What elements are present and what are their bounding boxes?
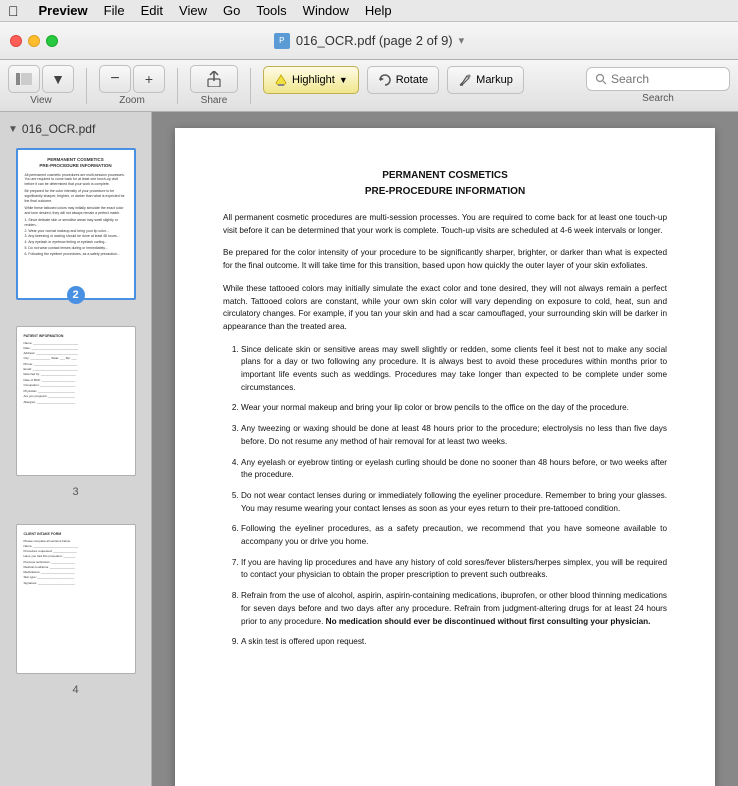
markup-button[interactable]: Markup: [447, 66, 524, 94]
pdf-page: PERMANENT COSMETICS PRE-PROCEDURE INFORM…: [175, 128, 715, 786]
sidebar-toggle-button[interactable]: [8, 65, 40, 93]
page-4-preview: CLIENT INTAKE FORM Please complete all s…: [21, 529, 129, 669]
highlight-group: Highlight ▼: [263, 66, 359, 106]
rotate-button[interactable]: Rotate: [367, 66, 439, 94]
page-4-container[interactable]: CLIENT INTAKE FORM Please complete all s…: [16, 524, 136, 696]
pdf-title-line2: PRE-PROCEDURE INFORMATION: [365, 186, 525, 197]
search-group: Search: [586, 67, 730, 104]
separator-2: [177, 68, 178, 104]
page-4-label: 4: [16, 684, 136, 696]
separator-3: [250, 68, 251, 104]
page-2-preview: PERMANENT COSMETICSPRE-PROCEDURE INFORMA…: [22, 154, 130, 294]
pdf-icon: P: [274, 33, 290, 49]
pdf-para-3: While these tattooed colors may initiall…: [223, 283, 667, 334]
menu-edit[interactable]: Edit: [141, 3, 163, 18]
menu-help[interactable]: Help: [365, 3, 392, 18]
sidebar-header: ▼ 016_OCR.pdf: [0, 118, 151, 140]
minimize-button[interactable]: [28, 35, 40, 47]
sidebar-pages: PERMANENT COSMETICSPRE-PROCEDURE INFORMA…: [0, 140, 151, 722]
page-3-preview: PATIENT INFORMATION Name: ______________…: [21, 331, 129, 471]
pdf-para-1: All permanent cosmetic procedures are mu…: [223, 212, 667, 237]
rotate-label: Rotate: [396, 74, 428, 86]
menu-view[interactable]: View: [179, 3, 207, 18]
pdf-para-2: Be prepared for the color intensity of y…: [223, 247, 667, 272]
chevron-down-icon[interactable]: ▾: [459, 34, 465, 47]
menu-window[interactable]: Window: [303, 3, 349, 18]
list-item-1: Since delicate skin or sensitive areas m…: [241, 344, 667, 395]
highlight-chevron-icon: ▼: [339, 75, 348, 85]
share-button[interactable]: [190, 65, 238, 93]
maximize-button[interactable]: [46, 35, 58, 47]
page-2-container[interactable]: PERMANENT COSMETICSPRE-PROCEDURE INFORMA…: [16, 148, 136, 300]
list-item-9: A skin test is offered upon request.: [241, 636, 667, 649]
sidebar-filename: 016_OCR.pdf: [22, 122, 95, 136]
share-group: Share: [190, 65, 238, 106]
page-thumbnail-2[interactable]: PERMANENT COSMETICSPRE-PROCEDURE INFORMA…: [16, 148, 136, 300]
menubar:  Preview File Edit View Go Tools Window…: [0, 0, 738, 22]
zoom-group: − + Zoom: [99, 65, 165, 106]
page-2-badge: 2: [67, 286, 85, 304]
list-item-3: Any tweezing or waxing should be done at…: [241, 423, 667, 448]
list-item-6: Following the eyeliner procedures, as a …: [241, 523, 667, 548]
zoom-out-button[interactable]: −: [99, 65, 131, 93]
view-label: View: [30, 95, 52, 106]
list-item-5: Do not wear contact lenses during or imm…: [241, 490, 667, 515]
view-group: ▼ View: [8, 65, 74, 106]
list-item-4: Any eyelash or eyebrow tinting or eyelas…: [241, 457, 667, 482]
pdf-title-line1: PERMANENT COSMETICS: [382, 170, 508, 181]
pdf-list: Since delicate skin or sensitive areas m…: [241, 344, 667, 649]
list-item-8: Refrain from the use of alcohol, aspirin…: [241, 590, 667, 628]
highlight-label: Highlight: [292, 74, 335, 86]
close-button[interactable]: [10, 35, 22, 47]
sidebar-triangle-icon: ▼: [8, 124, 18, 135]
search-input[interactable]: [611, 72, 721, 86]
document-title: P 016_OCR.pdf (page 2 of 9) ▾: [274, 33, 464, 49]
markup-label: Markup: [476, 74, 513, 86]
sidebar: ▼ 016_OCR.pdf PERMANENT COSMETICSPRE-PRO…: [0, 112, 152, 786]
menu-go[interactable]: Go: [223, 3, 240, 18]
page-3-label: 3: [16, 486, 136, 498]
traffic-lights: [10, 35, 58, 47]
separator-1: [86, 68, 87, 104]
list-item-2: Wear your normal makeup and bring your l…: [241, 402, 667, 415]
document-name: 016_OCR.pdf (page 2 of 9): [296, 33, 453, 48]
app-name[interactable]: Preview: [39, 3, 88, 18]
search-icon: [595, 73, 607, 85]
rotate-group: Rotate: [367, 66, 439, 106]
list-item-8-bold: No medication should ever be discontinue…: [326, 617, 651, 626]
pdf-area: PERMANENT COSMETICS PRE-PROCEDURE INFORM…: [152, 112, 738, 786]
apple-menu[interactable]: : [8, 3, 19, 19]
zoom-in-button[interactable]: +: [133, 65, 165, 93]
zoom-label: Zoom: [119, 95, 145, 106]
page-thumbnail-4[interactable]: CLIENT INTAKE FORM Please complete all s…: [16, 524, 136, 674]
menu-file[interactable]: File: [104, 3, 125, 18]
menu-tools[interactable]: Tools: [256, 3, 286, 18]
search-label: Search: [642, 93, 674, 104]
pdf-title: PERMANENT COSMETICS PRE-PROCEDURE INFORM…: [223, 168, 667, 200]
highlight-button[interactable]: Highlight ▼: [263, 66, 359, 94]
titlebar: P 016_OCR.pdf (page 2 of 9) ▾: [0, 22, 738, 60]
view-dropdown-button[interactable]: ▼: [42, 65, 74, 93]
markup-group: Markup: [447, 66, 524, 106]
page-thumbnail-3[interactable]: PATIENT INFORMATION Name: ______________…: [16, 326, 136, 476]
toolbar: ▼ View − + Zoom Share Highlight ▼ Rotate: [0, 60, 738, 112]
search-bar[interactable]: [586, 67, 730, 91]
main-content: ▼ 016_OCR.pdf PERMANENT COSMETICSPRE-PRO…: [0, 112, 738, 786]
share-label: Share: [201, 95, 228, 106]
list-item-7: If you are having lip procedures and hav…: [241, 557, 667, 582]
page-3-container[interactable]: PATIENT INFORMATION Name: ______________…: [16, 326, 136, 498]
